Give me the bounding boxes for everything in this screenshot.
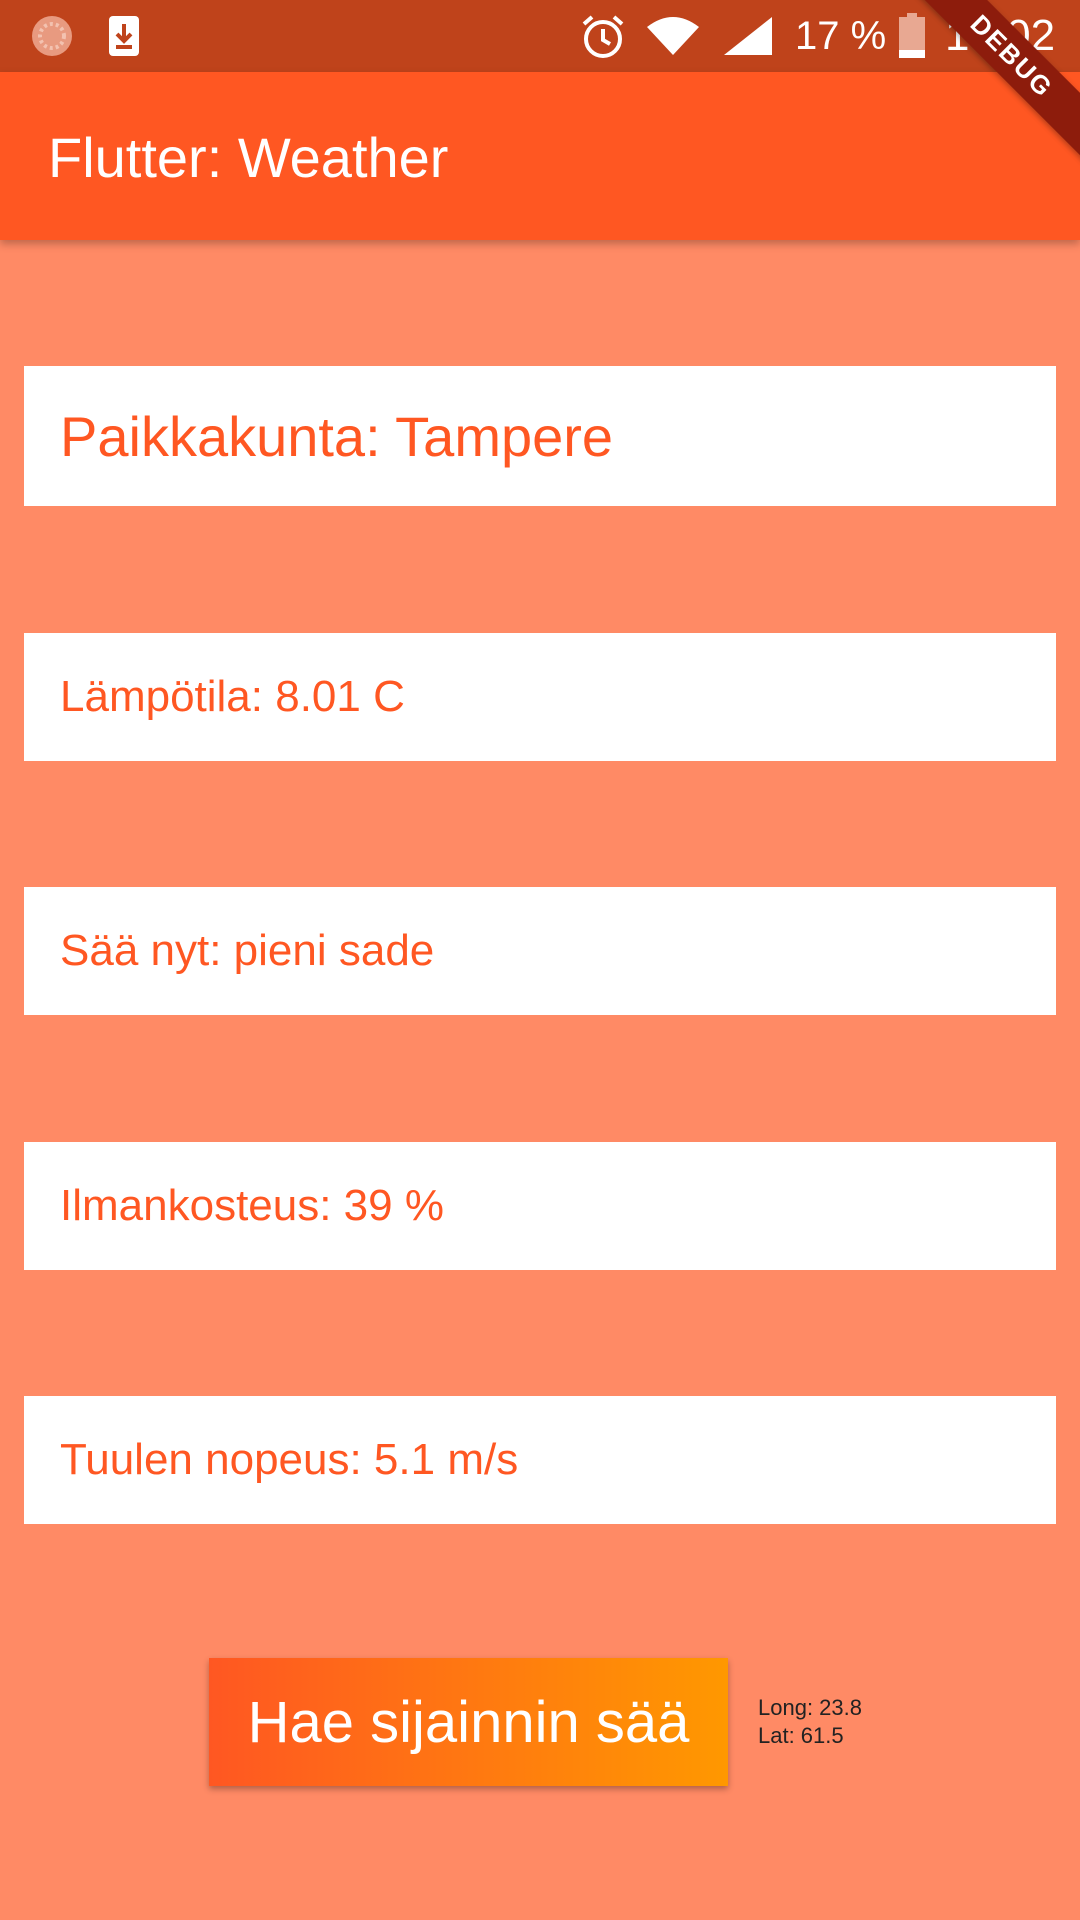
city-card: Paikkakunta: Tampere [24, 366, 1056, 506]
wifi-icon [647, 17, 699, 55]
temperature-card: Lämpötila: 8.01 C [24, 633, 1056, 761]
download-icon [109, 16, 139, 56]
signal-icon [724, 17, 772, 55]
longitude-label: Long: 23.8 [758, 1695, 862, 1720]
battery-percentage: 17 % [795, 14, 887, 58]
app-title: Flutter: Weather [48, 126, 449, 189]
app-icon [32, 16, 72, 56]
wind-speed-card: Tuulen nopeus: 5.1 m/s [24, 1396, 1056, 1524]
coordinates: Long: 23.8 Lat: 61.5 [758, 1694, 862, 1750]
alarm-icon [582, 15, 624, 58]
app-bar: Flutter: Weather [0, 72, 1080, 240]
humidity-card: Ilmankosteus: 39 % [24, 1142, 1056, 1270]
status-bar: 17 % 19.02 [0, 0, 1080, 72]
battery-icon [899, 13, 925, 58]
weather-condition-card: Sää nyt: pieni sade [24, 887, 1056, 1015]
latitude-label: Lat: 61.5 [758, 1723, 844, 1748]
fetch-location-weather-button[interactable]: Hae sijainnin sää [209, 1658, 728, 1786]
